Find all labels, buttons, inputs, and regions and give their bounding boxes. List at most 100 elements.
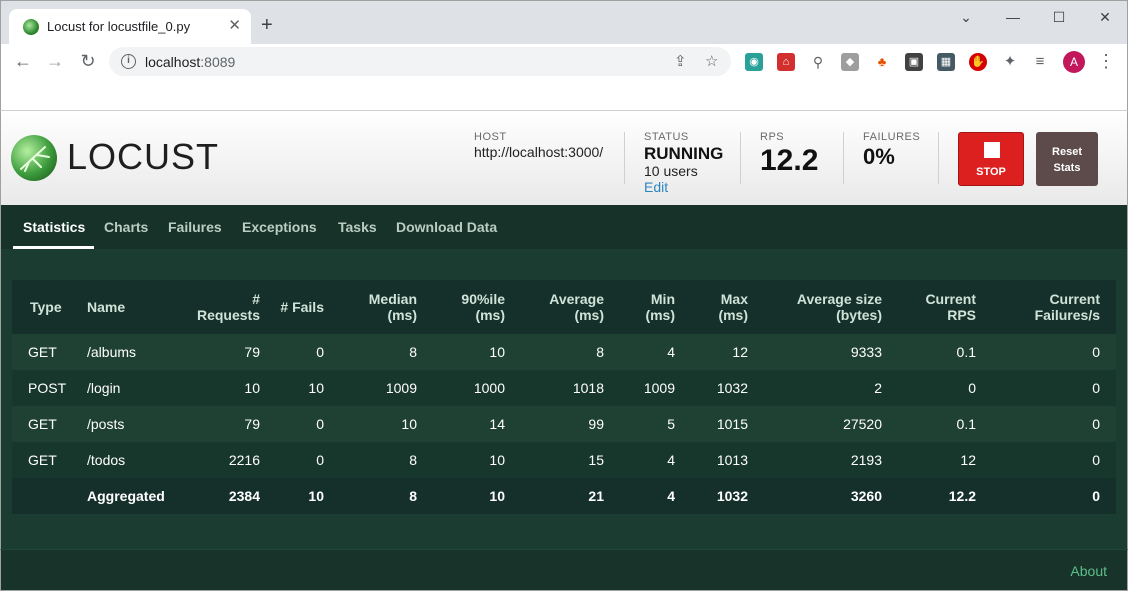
stop-button[interactable]: STOP xyxy=(958,132,1024,186)
cell-90ile: 14 xyxy=(489,416,505,432)
col-header-average[interactable]: Average (ms) xyxy=(505,280,604,334)
tab-tasks[interactable]: Tasks xyxy=(338,219,377,235)
browser-toolbar: ← → ↻ i localhost:8089 ⇪ ☆ ◉ ⌂ ⚲ ◆ ♣ ▣ ▦… xyxy=(0,44,1128,79)
cell-requests: 2216 xyxy=(228,452,260,468)
failures-box: FAILURES 0% xyxy=(863,131,920,170)
share-icon[interactable]: ⇪ xyxy=(674,52,687,70)
url-text[interactable]: localhost:8089 xyxy=(145,54,235,70)
cell-requests: 79 xyxy=(244,416,260,432)
extensions-puzzle-icon[interactable]: ✦ xyxy=(1001,53,1019,71)
extension-icon[interactable]: ◉ xyxy=(745,53,763,71)
cell-90ile: 10 xyxy=(489,344,505,360)
tab-failures[interactable]: Failures xyxy=(168,219,222,235)
tab-statistics[interactable]: Statistics xyxy=(23,219,85,235)
bookmark-star-icon[interactable]: ☆ xyxy=(705,52,718,70)
cell-name: /posts xyxy=(87,416,125,432)
cell-average: 21 xyxy=(588,488,604,504)
table-row: GET /albums 79 0 8 10 8 4 12 9333 0.1 0 xyxy=(12,334,1116,370)
col-header-median[interactable]: Median (ms) xyxy=(324,280,417,334)
col-header-avg-size[interactable]: Average size (bytes) xyxy=(748,280,882,334)
maximize-icon[interactable]: ☐ xyxy=(1049,9,1069,25)
host-value: http://localhost:3000/ xyxy=(474,144,604,160)
menu-kebab-icon[interactable]: ⋮ xyxy=(1095,50,1117,72)
divider xyxy=(938,132,939,184)
cell-min: 4 xyxy=(667,488,675,504)
key-extension-icon[interactable]: ⚲ xyxy=(809,53,827,71)
cell-average: 1018 xyxy=(572,380,604,396)
locust-header: LOCUST HOST http://localhost:3000/ STATU… xyxy=(0,111,1128,205)
col-header-current-failures[interactable]: Current Failures/s xyxy=(976,280,1116,334)
cell-avg-size: 3260 xyxy=(850,488,882,504)
col-header-fails[interactable]: # Fails xyxy=(260,280,324,334)
cell-name: /albums xyxy=(87,344,137,360)
cell-median: 8 xyxy=(409,452,417,468)
tab-search-icon[interactable]: ⌄ xyxy=(956,9,976,25)
extension-icon[interactable]: ▣ xyxy=(905,53,923,71)
minimize-icon[interactable]: — xyxy=(1003,9,1023,25)
cell-current-rps: 0 xyxy=(968,380,976,396)
tab-download-data[interactable]: Download Data xyxy=(396,219,497,235)
cell-avg-size: 2193 xyxy=(850,452,882,468)
cell-fails: 0 xyxy=(316,344,324,360)
forward-icon[interactable]: → xyxy=(44,50,66,72)
cell-requests: 10 xyxy=(244,380,260,396)
cell-type: POST xyxy=(28,380,67,396)
tab-charts[interactable]: Charts xyxy=(104,219,148,235)
cell-requests: 79 xyxy=(244,344,260,360)
cell-max: 1032 xyxy=(716,488,748,504)
new-tab-icon[interactable]: + xyxy=(261,15,273,35)
col-header-90ile[interactable]: 90%ile (ms) xyxy=(417,280,505,334)
cell-min: 5 xyxy=(667,416,675,432)
table-header-row: Type Name # Requests # Fails Median (ms) … xyxy=(12,280,1116,334)
col-header-current-rps[interactable]: Current RPS xyxy=(882,280,976,334)
col-header-requests[interactable]: # Requests xyxy=(187,280,260,334)
locust-logo-text: LOCUST xyxy=(67,136,220,177)
cell-current-rps: 0.1 xyxy=(956,344,976,360)
cell-min: 1009 xyxy=(643,380,675,396)
shield-extension-icon[interactable]: ◆ xyxy=(841,53,859,71)
tab-exceptions[interactable]: Exceptions xyxy=(242,219,317,235)
media-control-icon[interactable]: ≡ xyxy=(1031,53,1049,71)
rps-label: RPS xyxy=(760,131,785,143)
browser-tab[interactable]: Locust for locustfile_0.py ✕ xyxy=(9,9,251,45)
back-icon[interactable]: ← xyxy=(12,50,34,72)
cell-name: /login xyxy=(87,380,121,396)
cell-type: GET xyxy=(28,344,57,360)
cell-90ile: 10 xyxy=(489,488,505,504)
rps-value: 12.2 xyxy=(760,144,819,177)
pdf-extension-icon[interactable]: ⌂ xyxy=(777,53,795,71)
footer: About xyxy=(0,549,1128,591)
divider xyxy=(740,132,741,184)
failures-label: FAILURES xyxy=(863,131,921,143)
adblock-extension-icon[interactable]: ✋ xyxy=(969,53,987,71)
about-link[interactable]: About xyxy=(1070,563,1107,579)
profile-avatar[interactable]: A xyxy=(1063,51,1085,73)
cell-average: 99 xyxy=(588,416,604,432)
users-count: 10 users xyxy=(644,163,698,179)
close-tab-icon[interactable]: ✕ xyxy=(228,17,241,35)
reset-stats-button[interactable]: Reset Stats xyxy=(1036,132,1098,186)
cell-current-rps: 12 xyxy=(960,452,976,468)
reload-icon[interactable]: ↻ xyxy=(77,50,99,72)
col-header-min[interactable]: Min (ms) xyxy=(604,280,675,334)
reset-label: Reset xyxy=(1052,146,1082,158)
site-info-icon[interactable]: i xyxy=(121,54,136,69)
col-header-max[interactable]: Max (ms) xyxy=(675,280,748,334)
close-window-icon[interactable]: ✕ xyxy=(1095,9,1115,25)
address-bar[interactable]: i localhost:8089 ⇪ ☆ xyxy=(109,47,731,76)
col-header-type[interactable]: Type xyxy=(12,280,87,334)
tab-title: Locust for locustfile_0.py xyxy=(47,19,191,34)
cell-avg-size: 2 xyxy=(874,380,882,396)
edit-link[interactable]: Edit xyxy=(644,179,723,195)
col-header-name[interactable]: Name xyxy=(87,280,187,334)
extension-icon[interactable]: ▦ xyxy=(937,53,955,71)
cell-current-rps: 0.1 xyxy=(956,416,976,432)
table-row: GET /todos 2216 0 8 10 15 4 1013 2193 12… xyxy=(12,442,1116,478)
cell-current-failures: 0 xyxy=(1092,416,1100,432)
failures-value: 0% xyxy=(863,144,895,169)
cell-fails: 10 xyxy=(308,380,324,396)
extension-icon[interactable]: ♣ xyxy=(873,53,891,71)
rps-box: RPS 12.2 xyxy=(760,131,818,178)
cell-type: GET xyxy=(28,452,57,468)
cell-fails: 0 xyxy=(316,452,324,468)
